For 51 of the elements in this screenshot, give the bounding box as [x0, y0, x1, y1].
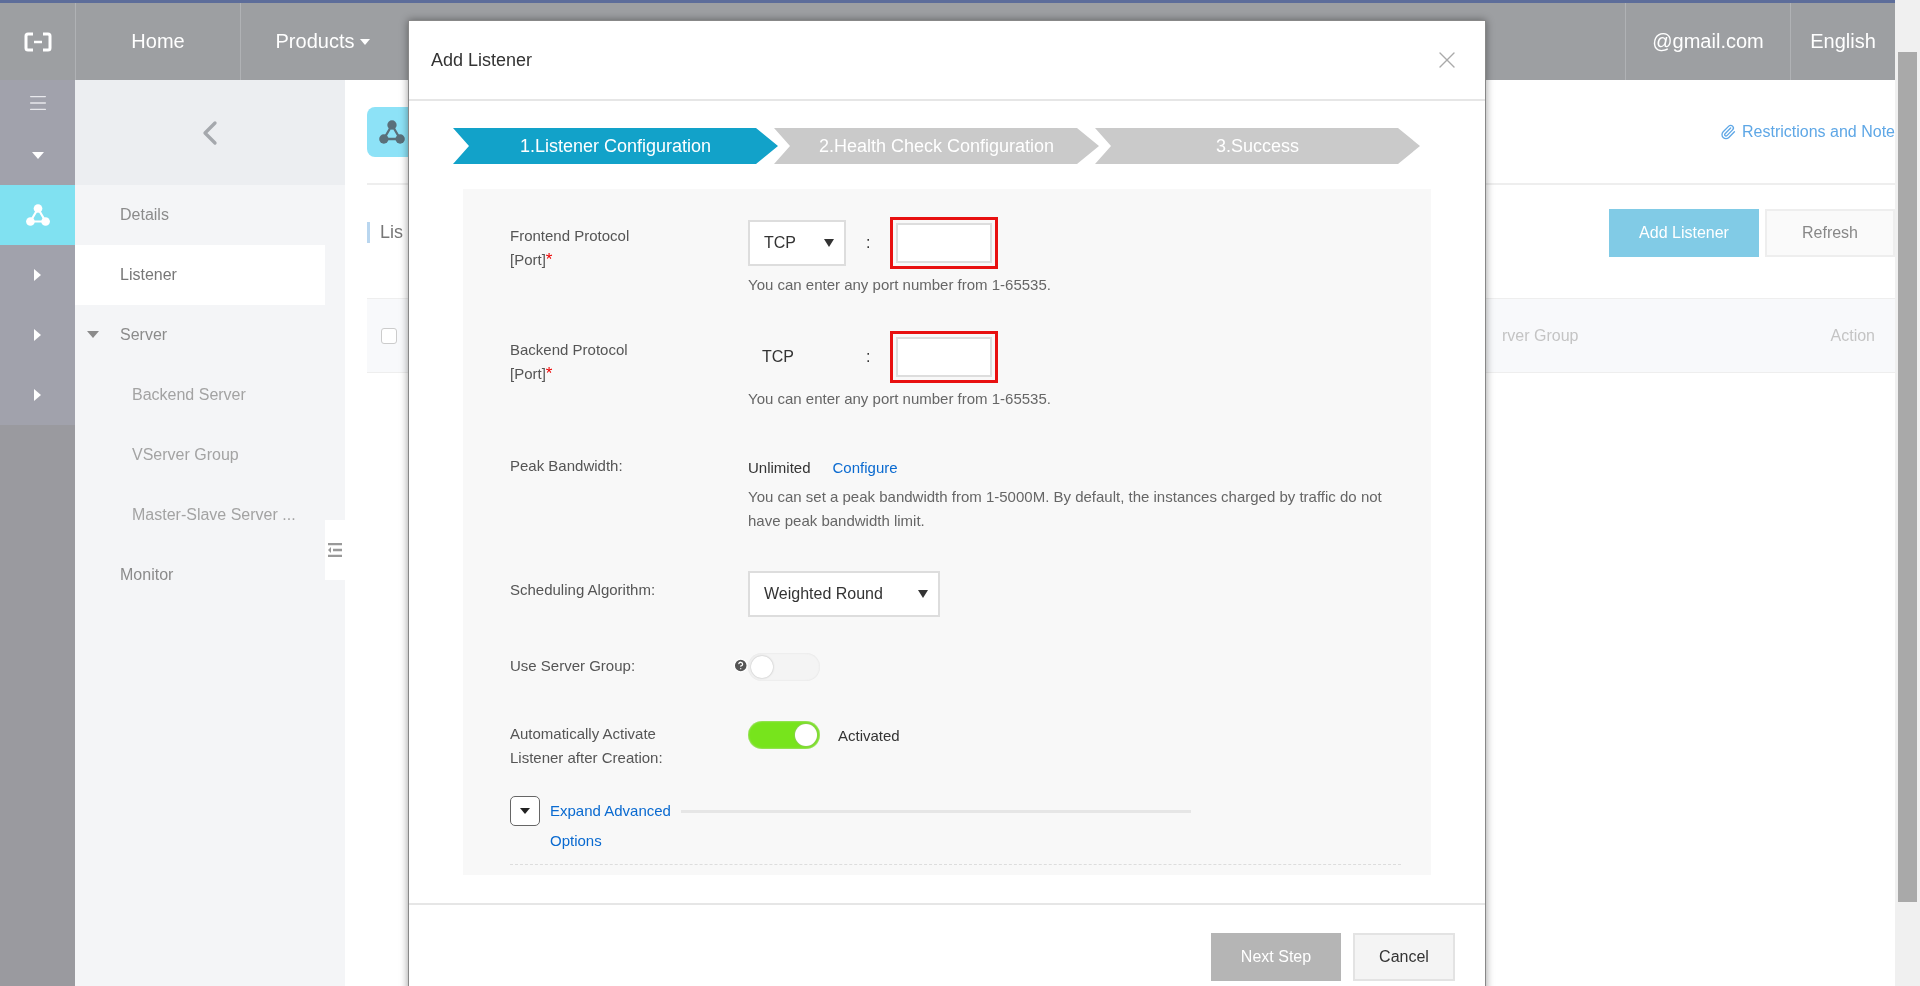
field-hint: You can set a peak bandwidth from 1-5000M. By default, the instances charged by traffic do not have peak bandwidth limit.: [748, 487, 1383, 531]
caret-down-icon[interactable]: [31, 151, 44, 159]
caret-right-icon[interactable]: [34, 329, 41, 341]
expand-button[interactable]: [510, 796, 540, 826]
field-label: Backend Protocol [Port]*: [510, 340, 629, 385]
notes-link[interactable]: Restrictions and Note: [1720, 122, 1895, 141]
account-link[interactable]: @gmail.com: [1652, 30, 1764, 53]
dialog-title: Add Listener: [431, 49, 533, 71]
field-hint: You can enter any port number from 1-65535.: [748, 275, 1052, 295]
advanced-options-link[interactable]: Expand Advanced Options: [550, 796, 671, 856]
field-label: Peak Bandwidth:: [510, 456, 624, 476]
field-label: Use Server Group:: [510, 656, 637, 676]
caret-right-icon[interactable]: [34, 389, 41, 401]
page-button[interactable]: Refresh: [1765, 208, 1895, 257]
paperclip-icon: [1720, 123, 1737, 140]
field-label: Scheduling Algorithm:: [510, 580, 657, 600]
nav-link[interactable]: Products: [275, 30, 371, 53]
protocol-value: TCP: [761, 348, 795, 366]
port-input[interactable]: [896, 337, 993, 377]
footer-button[interactable]: Cancel: [1353, 933, 1455, 981]
toggle-switch[interactable]: [748, 721, 820, 749]
caret-down-icon: [360, 38, 371, 45]
collapse-icon[interactable]: [325, 520, 345, 580]
logo-icon[interactable]: [23, 31, 52, 52]
network-icon: [24, 202, 51, 228]
help-icon[interactable]: [732, 657, 748, 674]
port-separator: :: [866, 348, 871, 366]
caret-right-icon[interactable]: [34, 269, 41, 281]
network-icon: [378, 117, 406, 146]
algorithm-select[interactable]: Weighted Round: [748, 571, 940, 617]
bandwidth-value: Unlimited: [748, 458, 811, 476]
dropdown-arrow-icon: [918, 590, 928, 598]
protocol-select[interactable]: TCP: [748, 220, 846, 266]
select-all-checkbox[interactable]: [381, 327, 397, 344]
language-link[interactable]: English: [1810, 30, 1876, 53]
nav-link[interactable]: Home: [131, 30, 185, 53]
rail-item[interactable]: [0, 80, 75, 125]
field-hint: You can enter any port number from 1-65535.: [748, 389, 1052, 409]
dropdown-arrow-icon: [824, 239, 834, 247]
field-label: Automatically Activate Listener after Creation:: [510, 724, 664, 768]
scrollbar[interactable]: [1895, 0, 1920, 986]
nav-item[interactable]: Listener: [75, 245, 325, 305]
port-separator: :: [866, 234, 871, 252]
section-heading: Lis: [367, 222, 403, 243]
wizard-step: 1.Listener Configuration: [453, 128, 778, 164]
field-label: Frontend Protocol [Port]*: [510, 226, 631, 271]
configure-link[interactable]: Configure: [832, 458, 898, 476]
toggle-switch[interactable]: [748, 653, 820, 681]
page-button[interactable]: Add Listener: [1609, 208, 1759, 257]
port-input[interactable]: [896, 223, 993, 263]
toggle-status: Activated: [838, 726, 900, 744]
